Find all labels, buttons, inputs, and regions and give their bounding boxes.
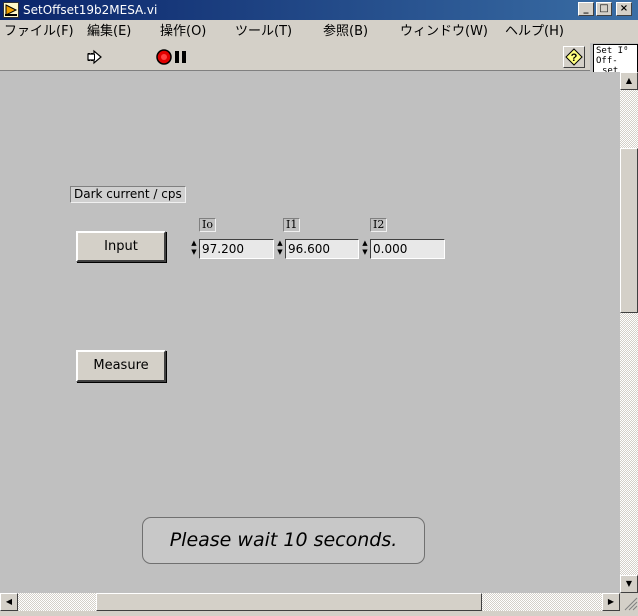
label-i0: Io [199,218,216,232]
increment-decrement-arrows-icon[interactable]: ▲ ▼ [190,239,198,259]
horizontal-scroll-thumb[interactable] [96,593,482,611]
menu-help[interactable]: ヘルプ(H) [505,24,564,39]
menu-window[interactable]: ウィンドウ(W) [400,24,488,39]
window-bottom-border [0,611,638,616]
numeric-field-i1[interactable]: 96.600 [285,239,359,259]
close-button[interactable]: × [616,2,632,16]
label-i2: I2 [370,218,388,232]
scroll-right-arrow-icon[interactable]: ▶ [602,593,620,611]
toolbar: ? [0,43,590,71]
labview-vi-icon[interactable] [3,2,19,18]
numeric-field-i0[interactable]: 97.200 [199,239,274,259]
help-glyph: ? [571,52,578,64]
vertical-scroll-thumb[interactable] [620,148,638,313]
title-bar[interactable]: SetOffset19b2MESA.vi _ □ × [0,0,638,20]
status-message: Please wait 10 seconds. [142,517,425,564]
scroll-up-arrow-icon[interactable]: ▲ [620,72,638,90]
menu-browse[interactable]: 参照(B) [323,24,368,39]
menu-tools[interactable]: ツール(T) [235,24,292,39]
measure-button[interactable]: Measure [76,350,166,382]
menu-edit[interactable]: 編集(E) [87,24,131,39]
vi-icon-line: Set I⁰ [596,46,629,56]
maximize-button[interactable]: □ [596,2,612,16]
front-panel [0,72,620,593]
question-help-icon[interactable]: ? [563,46,585,68]
increment-decrement-arrows-icon[interactable]: ▲ ▼ [361,239,369,259]
pause-icon[interactable] [171,46,197,68]
menu-bar: ファイル(F) 編集(E) 操作(O) ツール(T) 参照(B) ウィンドウ(W… [0,20,638,43]
label-i1: I1 [283,218,301,232]
run-arrow-icon[interactable] [84,46,110,68]
increment-decrement-arrows-icon[interactable]: ▲ ▼ [276,239,284,259]
minimize-button[interactable]: _ [578,2,594,16]
scroll-left-arrow-icon[interactable]: ◀ [0,593,18,611]
menu-file[interactable]: ファイル(F) [4,24,74,39]
window-title: SetOffset19b2MESA.vi [23,3,158,17]
menu-operate[interactable]: 操作(O) [160,24,206,39]
resize-grip-icon[interactable] [620,593,638,611]
scroll-down-arrow-icon[interactable]: ▼ [620,575,638,593]
vi-icon-line: Off- [596,56,618,66]
numeric-field-i2[interactable]: 0.000 [370,239,445,259]
input-button[interactable]: Input [76,231,166,262]
dark-current-label: Dark current / cps [70,186,186,203]
